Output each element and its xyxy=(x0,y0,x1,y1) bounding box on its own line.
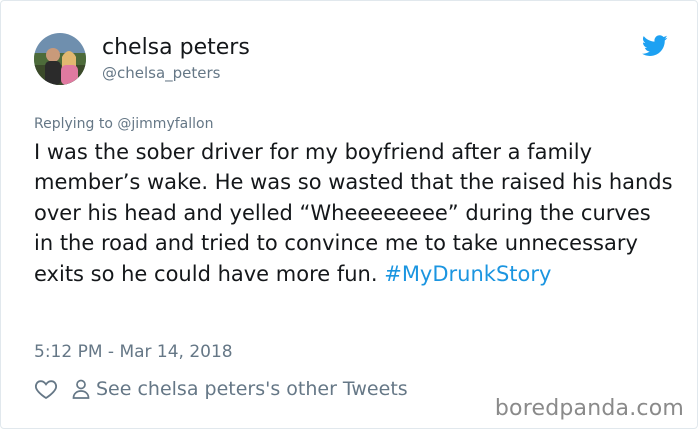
reply-mention-link[interactable]: @jimmyfallon xyxy=(117,116,213,132)
tweet-actions: See chelsa peters's other Tweets xyxy=(34,376,408,402)
avatar-photo xyxy=(34,33,86,85)
see-other-tweets-link[interactable]: See chelsa peters's other Tweets xyxy=(96,377,408,401)
tweet-text: I was the sober driver for my boyfriend … xyxy=(34,140,673,286)
tweet-body: I was the sober driver for my boyfriend … xyxy=(34,137,674,289)
hashtag-link[interactable]: #MyDrunkStory xyxy=(384,262,551,286)
twitter-bird-icon[interactable] xyxy=(642,35,668,57)
reply-context: Replying to @jimmyfallon xyxy=(34,115,213,133)
person-icon xyxy=(72,379,90,399)
reply-prefix: Replying to xyxy=(34,116,118,132)
author-display-name[interactable]: chelsa peters xyxy=(102,35,250,61)
heart-icon[interactable] xyxy=(34,377,58,401)
tweet-timestamp[interactable]: 5:12 PM - Mar 14, 2018 xyxy=(34,341,233,363)
avatar[interactable] xyxy=(34,33,86,85)
tweet-card: chelsa peters @chelsa_peters Replying to… xyxy=(0,0,698,429)
author-handle[interactable]: @chelsa_peters xyxy=(102,63,221,83)
watermark: boredpanda.com xyxy=(494,396,684,421)
